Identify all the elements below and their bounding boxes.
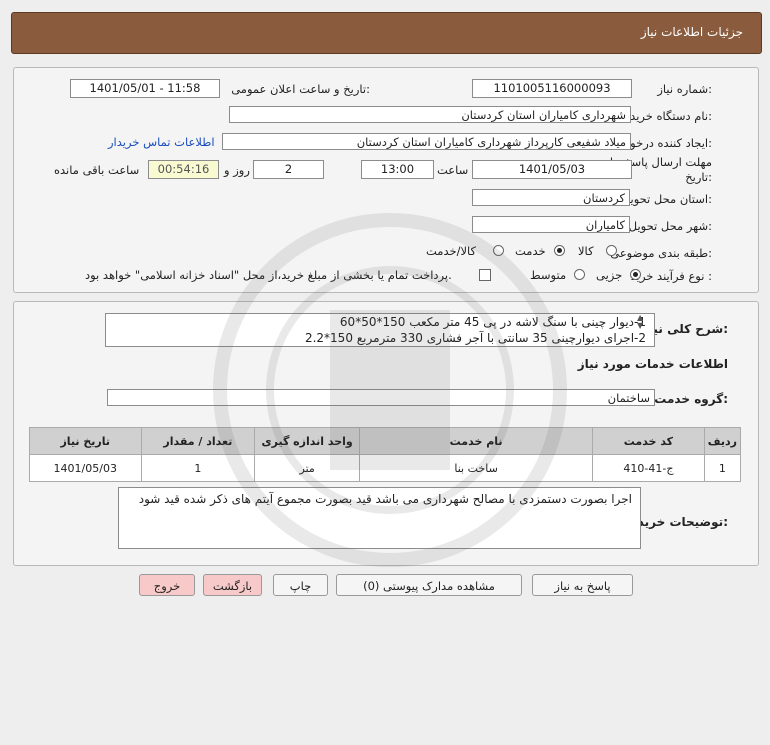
treasury-payment-checkbox[interactable]	[479, 269, 491, 281]
province-field: کردستان	[472, 189, 630, 206]
creator-field: میلاد شفیعی کارپرداز شهرداری کامیاران اس…	[222, 133, 631, 150]
table-row: 1401/05/03 1 متر ساخت بنا ج-41-410 1	[29, 454, 742, 482]
contact-buyer-link[interactable]: اطلاعات تماس خریدار	[108, 135, 215, 149]
city-label: شهر محل تحویل:	[628, 219, 712, 233]
category-radio-service[interactable]	[554, 245, 565, 256]
exit-button[interactable]: خروج	[139, 574, 195, 596]
deadline-date-field: 1401/05/03	[472, 160, 632, 179]
province-label: استان محل تحویل:	[621, 192, 712, 206]
description-textarea[interactable]: 1-دیوار چینی با سنگ لاشه در پی 45 متر مک…	[105, 313, 655, 347]
description-line-1: 1-دیوار چینی با سنگ لاشه در پی 45 متر مک…	[339, 315, 646, 329]
cell-service-name: ساخت بنا	[359, 454, 594, 482]
category-radio-goods[interactable]	[606, 245, 617, 256]
process-option-minor: جزیی	[596, 268, 623, 282]
col-quantity: تعداد / مقدار	[140, 427, 256, 455]
remaining-time-field: 00:54:16	[148, 160, 219, 179]
col-need-date: تاریخ نیاز	[29, 427, 142, 455]
table-header-row: تاریخ نیاز تعداد / مقدار واحد اندازه گیر…	[29, 427, 742, 455]
page-header: جزئیات اطلاعات نیاز	[11, 12, 762, 54]
city-field: کامیاران	[472, 216, 630, 233]
print-button[interactable]: چاپ	[273, 574, 328, 596]
cell-service-code: ج-41-410	[592, 454, 705, 482]
process-label: نوع فرآیند خرید :	[630, 269, 712, 283]
cell-need-date: 1401/05/03	[29, 454, 142, 482]
buyer-notes-box: اجرا بصورت دستمزدی با مصالح شهرداری می ب…	[118, 487, 641, 549]
buyer-notes-label: توضیحات خریدار:	[626, 515, 728, 529]
reply-button[interactable]: پاسخ به نیاز	[532, 574, 633, 596]
service-group-field: ساختمان	[107, 389, 655, 406]
col-row: ردیف	[703, 427, 742, 455]
need-number-label: شماره نیاز:	[657, 82, 712, 96]
category-label: طبقه بندی موضوعی:	[610, 246, 712, 260]
scroll-arrows-icon[interactable]: ▲ ▼	[637, 314, 643, 330]
announce-field: 1401/05/01 - 11:58	[70, 79, 220, 98]
treasury-payment-note: پرداخت تمام یا بخشی از مبلغ خرید،از محل …	[85, 268, 452, 282]
category-option-service: خدمت	[515, 244, 546, 258]
days-remaining-field: 2	[253, 160, 324, 179]
back-button[interactable]: بازگشت	[203, 574, 262, 596]
buyer-notes-text: اجرا بصورت دستمزدی با مصالح شهرداری می ب…	[138, 492, 632, 506]
cell-row: 1	[703, 454, 742, 482]
description-line-2: 2-اجرای دیوارچینی 35 سانتی با آجر فشاری …	[304, 331, 646, 345]
days-label: روز و	[224, 163, 250, 177]
remaining-time-label: ساعت باقی مانده	[54, 163, 140, 177]
cell-quantity: 1	[140, 454, 256, 482]
buyer-org-label: نام دستگاه خریدار:	[621, 109, 712, 123]
process-radio-minor[interactable]	[630, 269, 641, 280]
cell-unit: متر	[254, 454, 361, 482]
col-service-code: کد خدمت	[592, 427, 705, 455]
col-unit: واحد اندازه گیری	[254, 427, 361, 455]
deadline-time-label: ساعت	[437, 163, 469, 177]
process-radio-medium[interactable]	[574, 269, 585, 280]
process-option-medium: متوسط	[530, 268, 567, 282]
page-title: جزئیات اطلاعات نیاز	[640, 25, 743, 39]
deadline-time-field: 13:00	[361, 160, 434, 179]
col-service-name: نام خدمت	[359, 427, 594, 455]
announce-label: تاریخ و ساعت اعلان عمومی:	[231, 82, 370, 96]
service-group-label: گروه خدمت:	[654, 392, 728, 406]
buyer-org-field: شهرداری کامیاران استان کردستان	[229, 106, 631, 123]
services-table: تاریخ نیاز تعداد / مقدار واحد اندازه گیر…	[29, 427, 742, 482]
category-option-goods: کالا	[578, 244, 594, 258]
services-heading: اطلاعات خدمات مورد نیاز	[577, 357, 728, 371]
category-radio-goods-service[interactable]	[493, 245, 504, 256]
category-option-goods-service: کالا/خدمت	[426, 244, 477, 258]
attachments-button[interactable]: مشاهده مدارک پیوستی (0)	[336, 574, 522, 596]
need-number-field: 1101005116000093	[472, 79, 632, 98]
